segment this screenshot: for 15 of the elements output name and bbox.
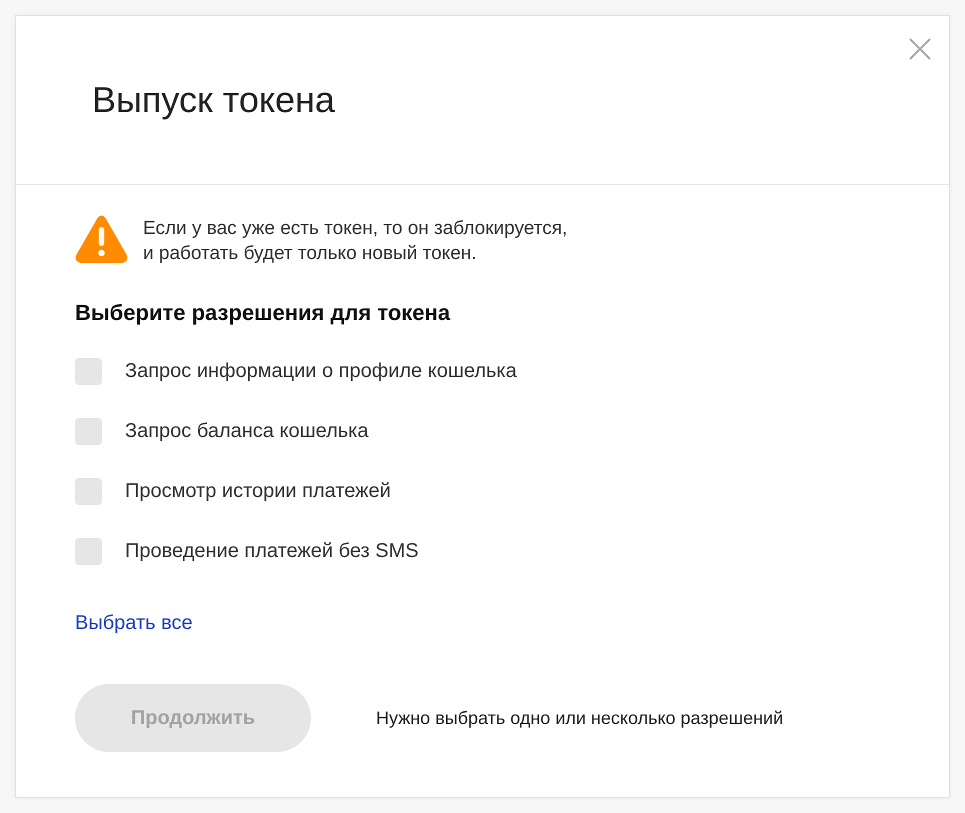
checkbox[interactable] [75, 478, 102, 504]
permissions-heading: Выберите разрешения для токена [75, 299, 450, 327]
hint-text: Нужно выбрать одно или несколько разрешений [376, 707, 784, 730]
checkbox[interactable] [75, 358, 102, 384]
checkbox[interactable] [75, 418, 102, 444]
select-all-link[interactable]: Выбрать все [75, 610, 193, 636]
checkbox[interactable] [75, 538, 102, 564]
close-icon[interactable] [909, 38, 931, 60]
permission-label: Проведение платежей без SMS [125, 539, 419, 564]
permission-label: Просмотр истории платежей [125, 479, 391, 504]
warning-text: Если у вас уже есть токен, то он заблокируется, и работать будет только новый токен. [143, 217, 568, 266]
permission-label: Запрос баланса кошелька [125, 419, 368, 444]
permission-label: Запрос информации о профиле кошелька [125, 359, 517, 384]
dialog-title: Выпуск токена [92, 78, 335, 122]
warning-icon [75, 215, 128, 263]
